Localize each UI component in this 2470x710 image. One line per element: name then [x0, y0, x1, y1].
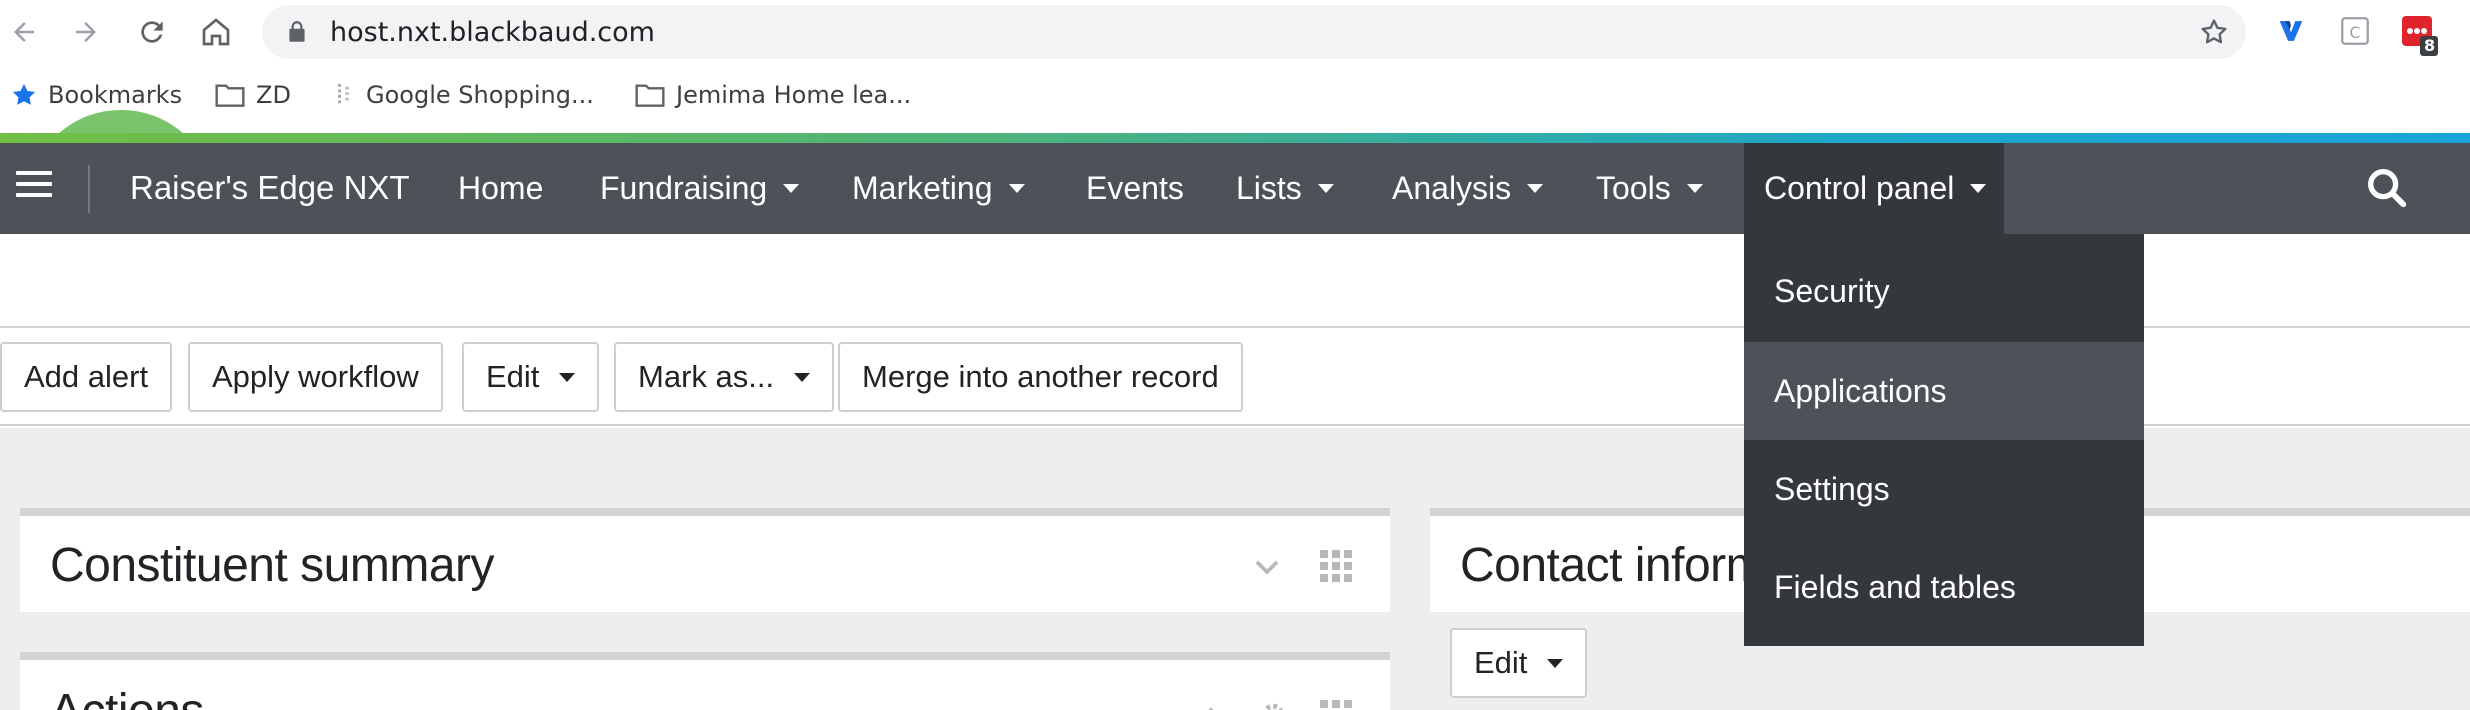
menu-item-fields-and-tables[interactable]: Fields and tables: [1744, 538, 2144, 636]
edit-dropdown-button[interactable]: Edit: [462, 342, 600, 412]
app-navbar: Raiser's Edge NXT Home Fundraising Marke…: [0, 143, 2470, 234]
button-label: Merge into another record: [862, 359, 1219, 394]
caret-down-icon: [1686, 184, 1703, 193]
forward-arrow-icon[interactable]: [66, 12, 106, 52]
caret-down-icon: [1317, 184, 1334, 193]
bookmark-label: Bookmarks: [48, 81, 183, 109]
bookmark-star-icon[interactable]: [2198, 16, 2230, 48]
caret-down-icon: [1008, 184, 1025, 193]
nav-home[interactable]: Home: [458, 143, 543, 234]
tile-title: Actions: [50, 684, 204, 710]
caret-down-icon: [1527, 184, 1544, 193]
caret-down-icon: [794, 372, 811, 382]
nav-tools[interactable]: Tools: [1596, 143, 1703, 234]
contact-edit-dropdown-button[interactable]: Edit: [1450, 628, 1588, 698]
bookmark-bookmarks[interactable]: Bookmarks: [10, 78, 182, 112]
nav-events[interactable]: Events: [1086, 143, 1184, 234]
bookmark-label: Google Shopping...: [366, 81, 594, 109]
caret-down-icon: [1970, 184, 1987, 193]
address-bar[interactable]: host.nxt.blackbaud.com: [262, 5, 2246, 59]
control-panel-dropdown-menu: Security Applications Settings Fields an…: [1744, 234, 2144, 646]
svg-text:C: C: [2350, 24, 2361, 42]
page-icon: [338, 84, 350, 104]
button-label: Edit: [1474, 645, 1528, 680]
add-alert-button[interactable]: Add alert: [0, 342, 173, 412]
folder-icon: [635, 84, 665, 107]
caret-down-icon: [783, 184, 800, 193]
browser-toolbar: host.nxt.blackbaud.com C 8: [0, 0, 2470, 64]
nav-label: Analysis: [1392, 170, 1512, 206]
tile-title: Contact informa: [1460, 539, 1792, 592]
button-label: Add alert: [24, 359, 149, 394]
reload-icon[interactable]: [132, 12, 172, 52]
nav-control-panel[interactable]: Control panel: [1744, 143, 2004, 234]
red-extension-icon[interactable]: 8: [2400, 14, 2438, 56]
nav-analysis[interactable]: Analysis: [1392, 143, 1544, 234]
hamburger-menu-icon[interactable]: [16, 171, 52, 203]
gear-icon[interactable]: [1258, 700, 1288, 710]
calendar-extension-icon[interactable]: C: [2338, 14, 2372, 48]
bookmark-jemima[interactable]: Jemima Home lea...: [634, 78, 911, 112]
bookmark-google-shopping[interactable]: Google Shopping...: [334, 78, 594, 112]
menu-item-security[interactable]: Security: [1744, 242, 2144, 340]
folder-icon: [215, 84, 245, 107]
bookmark-label: ZD: [256, 81, 291, 109]
chevron-down-icon[interactable]: [1252, 552, 1282, 582]
vivaldi-extension-icon[interactable]: [2274, 14, 2308, 48]
nav-marketing[interactable]: Marketing: [852, 143, 1025, 234]
menu-item-label: Applications: [1774, 372, 1947, 409]
home-icon[interactable]: [196, 12, 236, 52]
nav-fundraising[interactable]: Fundraising: [600, 143, 800, 234]
bookmark-label: Jemima Home lea...: [676, 81, 912, 109]
button-label: Edit: [486, 359, 540, 394]
star-icon: [12, 83, 36, 105]
nav-label: Marketing: [852, 170, 993, 206]
button-label: Mark as...: [638, 359, 775, 394]
menu-item-settings[interactable]: Settings: [1744, 440, 2144, 538]
nav-divider: [88, 165, 90, 213]
bookmark-zd[interactable]: ZD: [214, 78, 291, 112]
button-label: Apply workflow: [212, 359, 419, 394]
nav-label: Control panel: [1764, 170, 1955, 206]
drag-handle-icon[interactable]: [1320, 700, 1352, 710]
menu-item-label: Fields and tables: [1774, 568, 2016, 605]
mark-as-dropdown-button[interactable]: Mark as...: [614, 342, 835, 412]
caret-down-icon: [559, 372, 576, 382]
menu-item-label: Settings: [1774, 470, 1890, 507]
nav-label: Lists: [1236, 170, 1302, 206]
nav-label: Tools: [1596, 170, 1671, 206]
nav-lists[interactable]: Lists: [1236, 143, 1334, 234]
menu-item-applications[interactable]: Applications: [1744, 342, 2144, 440]
back-arrow-icon[interactable]: [4, 12, 44, 52]
caret-down-icon: [1547, 658, 1564, 668]
url-text: host.nxt.blackbaud.com: [330, 17, 655, 48]
extension-badge: 8: [2424, 36, 2436, 55]
nav-label: Events: [1086, 170, 1184, 206]
lock-icon: [284, 19, 310, 45]
apply-workflow-button[interactable]: Apply workflow: [188, 342, 443, 412]
product-name[interactable]: Raiser's Edge NXT: [130, 169, 410, 207]
nav-label: Fundraising: [600, 170, 768, 206]
menu-item-label: Security: [1774, 272, 1890, 309]
merge-record-button[interactable]: Merge into another record: [838, 342, 1243, 412]
tile-title: Constituent summary: [50, 539, 495, 592]
bookmarks-bar: Bookmarks ZD Google Shopping... Jemima H…: [0, 64, 2470, 130]
brand-accent-strip: [0, 133, 2470, 143]
actions-tile: Actions: [20, 652, 1390, 710]
constituent-summary-tile: Constituent summary: [20, 508, 1390, 612]
drag-handle-icon[interactable]: [1320, 550, 1352, 582]
chevron-up-icon[interactable]: [1196, 700, 1226, 710]
nav-label: Home: [458, 170, 544, 206]
search-icon[interactable]: [2364, 165, 2412, 213]
